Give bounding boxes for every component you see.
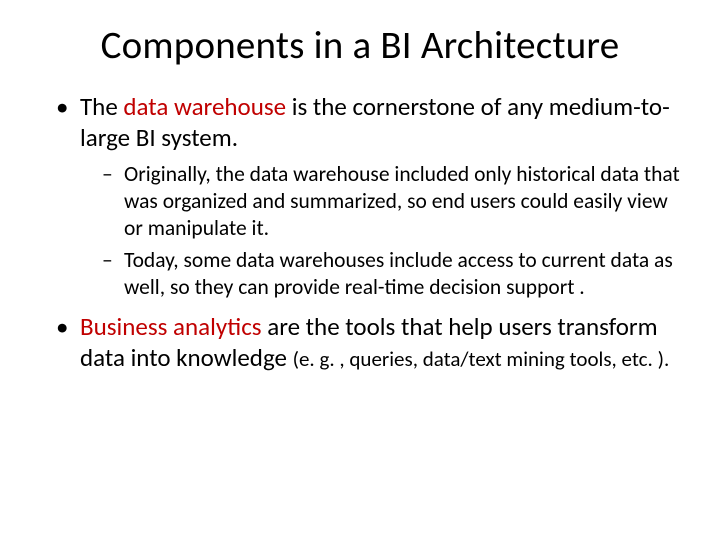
bullet-1-pre: The [80, 91, 123, 122]
bullet-1-sub-2: Today, some data warehouses include acce… [102, 247, 680, 300]
bullet-1-term: data warehouse [123, 91, 286, 122]
bullet-2: Business analytics are the tools that he… [54, 311, 680, 374]
bullet-2-term: Business analytics [80, 311, 262, 342]
bullet-list: The data warehouse is the cornerstone of… [54, 91, 680, 373]
slide: Components in a BI Architecture The data… [0, 0, 720, 540]
bullet-1-sublist: Originally, the data warehouse included … [102, 161, 680, 300]
bullet-1: The data warehouse is the cornerstone of… [54, 91, 680, 301]
bullet-2-tail: (e. g. , queries, data/text mining tools… [293, 346, 670, 372]
slide-title: Components in a BI Architecture [40, 24, 680, 69]
bullet-1-sub-1: Originally, the data warehouse included … [102, 161, 680, 241]
